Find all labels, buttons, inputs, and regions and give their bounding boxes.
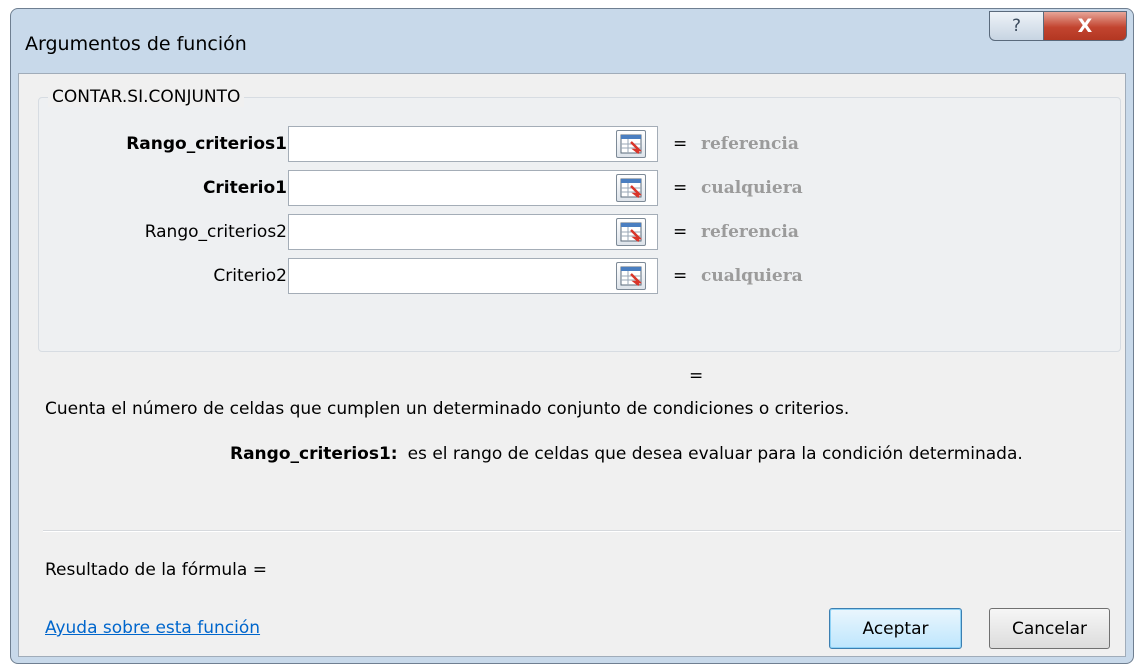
range-selector-icon xyxy=(620,266,642,286)
cancel-button[interactable]: Cancelar xyxy=(989,608,1110,649)
argument-label: Criterio1 xyxy=(202,178,287,198)
argument-label: Rango_criterios2 xyxy=(144,222,287,242)
arguments-groupbox: Rango_criterios1 = referencia Criterio1 … xyxy=(38,97,1121,352)
formula-result-label: Resultado de la fórmula = xyxy=(45,560,267,580)
dialog-body: Rango_criterios1 = referencia Criterio1 … xyxy=(18,73,1126,657)
criterio2-input[interactable] xyxy=(288,258,658,294)
argument-label: Rango_criterios1 xyxy=(126,134,287,154)
range-selector-button[interactable] xyxy=(616,218,646,246)
argument-row: Rango_criterios2 = referencia xyxy=(39,213,1122,253)
argument-result-type: referencia xyxy=(701,222,799,242)
argument-equals: = xyxy=(673,266,688,286)
argument-row: Criterio1 = cualquiera xyxy=(39,169,1122,209)
function-description: Cuenta el número de celdas que cumplen u… xyxy=(45,399,850,419)
title-bar[interactable]: Argumentos de función ? X xyxy=(11,9,1133,75)
range-selector-button[interactable] xyxy=(616,130,646,158)
argument-equals: = xyxy=(673,222,688,242)
dialog-title: Argumentos de función xyxy=(25,33,247,55)
argument-help-name: Rango_criterios1: xyxy=(230,444,398,464)
divider xyxy=(43,530,1121,532)
range-selector-icon xyxy=(620,222,642,242)
close-button[interactable]: X xyxy=(1043,11,1127,41)
range-selector-icon xyxy=(620,178,642,198)
close-icon: X xyxy=(1077,15,1093,37)
argument-label: Criterio2 xyxy=(213,266,287,286)
argument-row: Rango_criterios1 = referencia xyxy=(39,125,1122,165)
range-selector-button[interactable] xyxy=(616,174,646,202)
argument-equals: = xyxy=(673,178,688,198)
function-result-equals: = xyxy=(689,366,704,386)
criterio1-input[interactable] xyxy=(288,170,658,206)
question-icon: ? xyxy=(1011,16,1022,36)
argument-row: Criterio2 = cualquiera xyxy=(39,257,1122,297)
help-button[interactable]: ? xyxy=(989,11,1044,41)
argument-help: Rango_criterios1: es el rango de celdas q… xyxy=(230,444,1023,464)
argument-equals: = xyxy=(673,134,688,154)
rango-criterios1-input[interactable] xyxy=(288,126,658,162)
argument-result-type: cualquiera xyxy=(701,178,803,198)
function-name: CONTAR.SI.CONJUNTO xyxy=(48,87,245,107)
function-arguments-dialog: Argumentos de función ? X Rango_criterio… xyxy=(10,8,1134,664)
accept-button[interactable]: Aceptar xyxy=(829,608,962,649)
range-selector-icon xyxy=(620,134,642,154)
range-selector-button[interactable] xyxy=(616,262,646,290)
rango-criterios2-input[interactable] xyxy=(288,214,658,250)
argument-help-text: es el rango de celdas que desea evaluar … xyxy=(407,444,1023,464)
help-link[interactable]: Ayuda sobre esta función xyxy=(45,618,260,638)
argument-result-type: cualquiera xyxy=(701,266,803,286)
argument-result-type: referencia xyxy=(701,134,799,154)
